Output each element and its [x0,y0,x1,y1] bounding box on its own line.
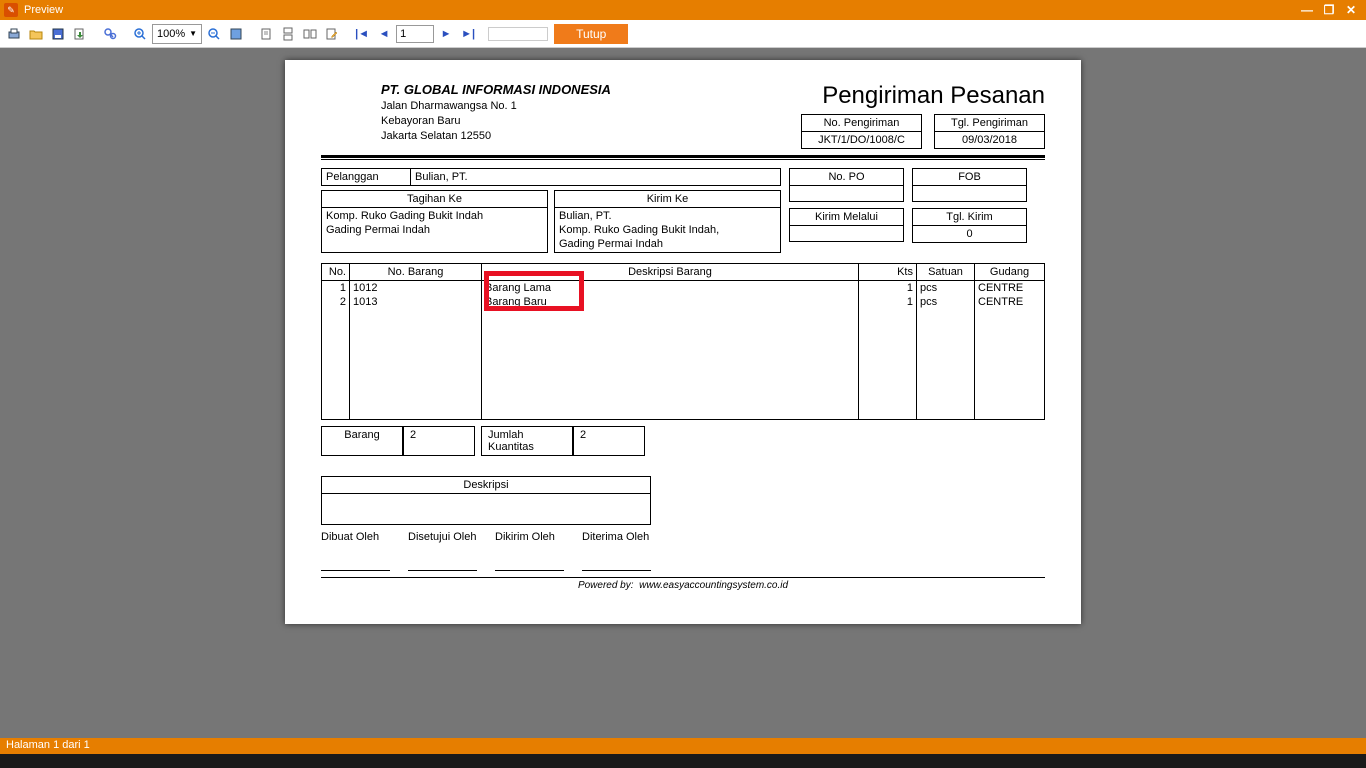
print-button[interactable] [4,24,24,44]
col-desc: Deskripsi Barang [482,264,859,281]
page-number-input[interactable] [396,25,434,43]
fob-label: FOB [913,169,1027,186]
report-page: PT. GLOBAL INFORMASI INDONESIA Jalan Dha… [285,60,1081,624]
customer-value: Bulian, PT. [411,168,781,186]
bill-to-box: Tagihan Ke Komp. Ruko Gading Bukit Indah… [321,190,548,253]
window-title: Preview [24,4,63,16]
fob-value [913,186,1027,202]
chevron-down-icon: ▼ [189,29,197,38]
ship-to-box: Kirim Ke Bulian, PT. Komp. Ruko Gading B… [554,190,781,253]
document-title: Pengiriman Pesanan [801,82,1045,110]
description-box: Deskripsi [321,476,651,525]
sign-received-by: Diterima Oleh [582,531,649,543]
zoom-select[interactable]: 100% ▼ [152,24,202,44]
summary-qty-label: Jumlah Kuantitas [481,426,573,456]
summary-item-label: Barang [321,426,403,456]
col-qty: Kts [859,264,917,281]
col-no: No. [322,264,350,281]
report-footer: Powered by: www.easyaccountingsystem.co.… [321,577,1045,591]
close-window-button[interactable]: ✕ [1340,3,1362,17]
table-row-empty [322,309,1045,419]
table-row: 1 1012 Barang Lama 1 pcs CENTRE [322,281,1045,296]
summary-row: Barang 2 Jumlah Kuantitas 2 [321,426,1045,456]
ship-date-value: 0 [913,226,1027,243]
continuous-page-button[interactable] [278,24,298,44]
maximize-button[interactable]: ❐ [1318,3,1340,17]
first-page-button[interactable]: |◄ [352,24,372,44]
po-value [790,186,904,202]
zoom-in-button[interactable] [130,24,150,44]
ship-via-label: Kirim Melalui [790,209,904,226]
sign-approved-by: Disetujui Oleh [408,531,476,543]
po-label: No. PO [790,169,904,186]
col-code: No. Barang [350,264,482,281]
export-button[interactable] [70,24,90,44]
last-page-button[interactable]: ►| [458,24,478,44]
description-label: Deskripsi [322,477,650,494]
status-bar: Halaman 1 dari 1 [0,738,1366,768]
facing-page-button[interactable] [300,24,320,44]
meta-date-label: Tgl. Pengiriman [935,115,1045,132]
meta-no-label: No. Pengiriman [802,115,922,132]
customer-label: Pelanggan [321,168,411,186]
summary-item-value: 2 [403,426,475,456]
prev-page-button[interactable]: ◄ [374,24,394,44]
company-name: PT. GLOBAL INFORMASI INDONESIA [381,82,611,97]
table-row: 2 1013 Barang Baru 1 pcs CENTRE [322,295,1045,309]
open-button[interactable] [26,24,46,44]
company-address: Jalan Dharmawangsa No. 1 Kebayoran Baru … [381,99,611,144]
bill-to-label: Tagihan Ke [322,191,547,208]
minimize-button[interactable]: ― [1296,3,1318,17]
ship-via-value [790,226,904,242]
progress-indicator [488,27,548,41]
next-page-button[interactable]: ► [436,24,456,44]
preview-viewport[interactable]: PT. GLOBAL INFORMASI INDONESIA Jalan Dha… [0,48,1366,738]
signature-row: Dibuat Oleh Disetujui Oleh Dikirim Oleh … [321,531,651,571]
meta-date-value: 09/03/2018 [935,132,1045,149]
col-warehouse: Gudang [975,264,1045,281]
toolbar: 100% ▼ |◄ ◄ ► ►| Tutup [0,20,1366,48]
save-button[interactable] [48,24,68,44]
summary-qty-value: 2 [573,426,645,456]
col-unit: Satuan [917,264,975,281]
meta-no-value: JKT/1/DO/1008/C [802,132,922,149]
title-bar: ✎ Preview ― ❐ ✕ [0,0,1366,20]
divider [321,155,1045,160]
document-meta: No. Pengiriman Tgl. Pengiriman JKT/1/DO/… [801,114,1045,149]
ship-date-label: Tgl. Kirim [913,209,1027,226]
close-preview-button[interactable]: Tutup [554,24,628,44]
zoom-value: 100% [157,28,185,40]
app-icon: ✎ [4,3,18,17]
fullscreen-button[interactable] [226,24,246,44]
edit-button[interactable] [322,24,342,44]
sign-created-by: Dibuat Oleh [321,531,379,543]
ship-via-box: Kirim Melalui [789,208,904,242]
fob-box: FOB [912,168,1027,202]
single-page-button[interactable] [256,24,276,44]
sign-sent-by: Dikirim Oleh [495,531,555,543]
status-text: Halaman 1 dari 1 [6,739,90,751]
ship-date-box: Tgl. Kirim 0 [912,208,1027,243]
items-table: No. No. Barang Deskripsi Barang Kts Satu… [321,263,1045,420]
ship-to-label: Kirim Ke [555,191,780,208]
po-box: No. PO [789,168,904,202]
find-button[interactable] [100,24,120,44]
zoom-out-button[interactable] [204,24,224,44]
